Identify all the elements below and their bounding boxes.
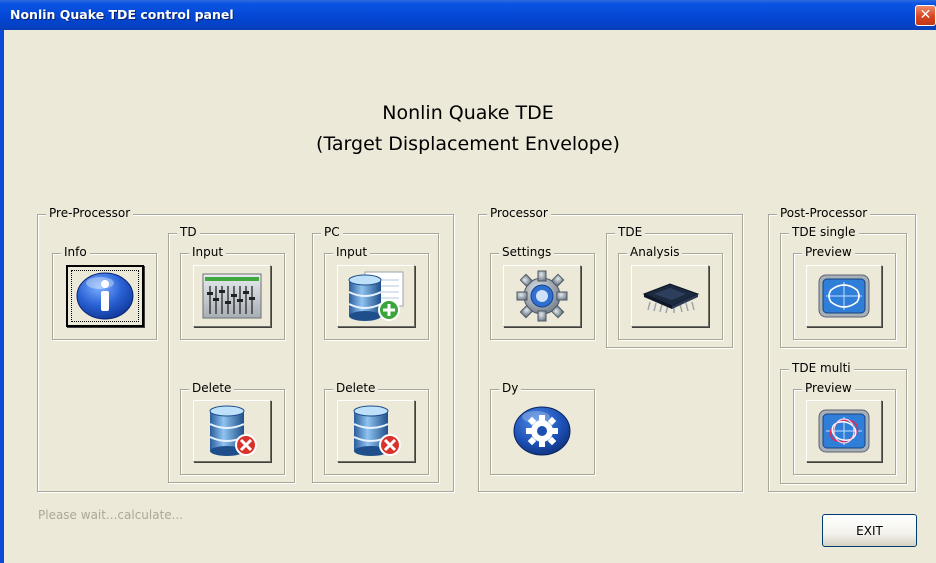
tde-single-preview-button[interactable]	[806, 265, 882, 327]
app-title: Nonlin Quake TDE	[382, 102, 554, 124]
envelope-chart-icon	[818, 274, 870, 318]
info-icon	[76, 272, 134, 320]
gear-icon	[516, 270, 568, 322]
pc-input-label: Input	[333, 245, 371, 260]
td-label: TD	[177, 225, 200, 240]
close-icon: ✕	[919, 7, 932, 23]
multi-envelope-chart-icon	[818, 409, 870, 453]
td-input-label: Input	[189, 245, 227, 260]
settings-label: Settings	[499, 245, 555, 260]
pc-input-button[interactable]	[337, 265, 415, 327]
tde-single-preview-label: Preview	[802, 245, 855, 260]
database-add-icon	[348, 271, 404, 321]
pc-delete-button[interactable]	[337, 400, 415, 462]
status-text: Please wait...calculate...	[38, 508, 184, 522]
tde-multi-label: TDE multi	[789, 361, 854, 376]
gear-round-icon	[513, 406, 571, 456]
tde-multi-preview-button[interactable]	[806, 400, 882, 462]
database-delete-icon	[353, 405, 401, 456]
pc-delete-label: Delete	[333, 381, 379, 396]
pre-processor-label: Pre-Processor	[46, 206, 134, 221]
close-button[interactable]: ✕	[915, 5, 936, 26]
td-delete-label: Delete	[189, 381, 235, 396]
exit-button[interactable]: EXIT	[822, 514, 917, 547]
analysis-label: Analysis	[627, 245, 683, 260]
pc-label: PC	[321, 225, 343, 240]
td-input-button[interactable]	[193, 265, 271, 327]
tde-single-label: TDE single	[789, 225, 859, 240]
chip-icon	[642, 283, 700, 314]
tde-multi-preview-label: Preview	[802, 381, 855, 396]
database-delete-icon	[209, 405, 257, 456]
dy-button[interactable]	[503, 400, 581, 462]
analysis-button[interactable]	[631, 265, 709, 327]
info-button[interactable]	[66, 265, 144, 327]
post-processor-label: Post-Processor	[777, 206, 871, 221]
processor-label: Processor	[487, 206, 551, 221]
info-label: Info	[61, 245, 90, 260]
title-bar[interactable]: Nonlin Quake TDE control panel ✕	[0, 0, 936, 30]
window-title: Nonlin Quake TDE control panel	[10, 7, 234, 22]
tde-label: TDE	[615, 225, 646, 240]
mixer-panel-icon	[202, 273, 262, 319]
dy-label: Dy	[499, 381, 522, 396]
settings-button[interactable]	[503, 265, 581, 327]
app-subtitle: (Target Displacement Envelope)	[316, 133, 620, 155]
td-delete-button[interactable]	[193, 400, 271, 462]
